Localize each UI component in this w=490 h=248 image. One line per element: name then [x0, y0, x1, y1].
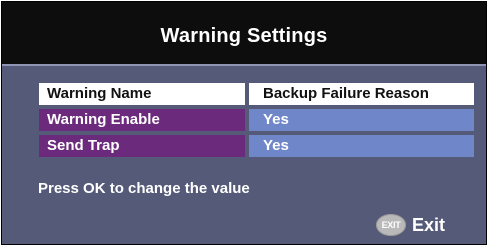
settings-table: Warning Name Backup Failure Reason Warni… — [39, 83, 474, 161]
exit-label[interactable]: Exit — [412, 215, 445, 236]
exit-button[interactable]: EXIT Exit — [376, 214, 445, 236]
setting-name: Send Trap — [39, 135, 245, 157]
page-title: Warning Settings — [160, 24, 328, 47]
setting-value[interactable]: Yes — [249, 109, 474, 131]
setting-row-warning-enable[interactable]: Warning Enable Yes — [39, 109, 474, 131]
setting-name: Warning Enable — [39, 109, 245, 131]
instruction-text: Press OK to change the value — [38, 180, 250, 197]
setting-value[interactable]: Yes — [249, 135, 474, 157]
header-bar: Warning Settings — [2, 2, 486, 64]
table-header-row: Warning Name Backup Failure Reason — [39, 83, 474, 105]
column-header-warning-name: Warning Name — [39, 83, 245, 105]
exit-button-icon[interactable]: EXIT — [376, 214, 406, 236]
header-divider — [2, 64, 486, 66]
setting-row-send-trap[interactable]: Send Trap Yes — [39, 135, 474, 157]
column-header-warning-value: Backup Failure Reason — [249, 83, 474, 105]
warning-settings-screen: Warning Settings Warning Name Backup Fai… — [1, 1, 487, 245]
